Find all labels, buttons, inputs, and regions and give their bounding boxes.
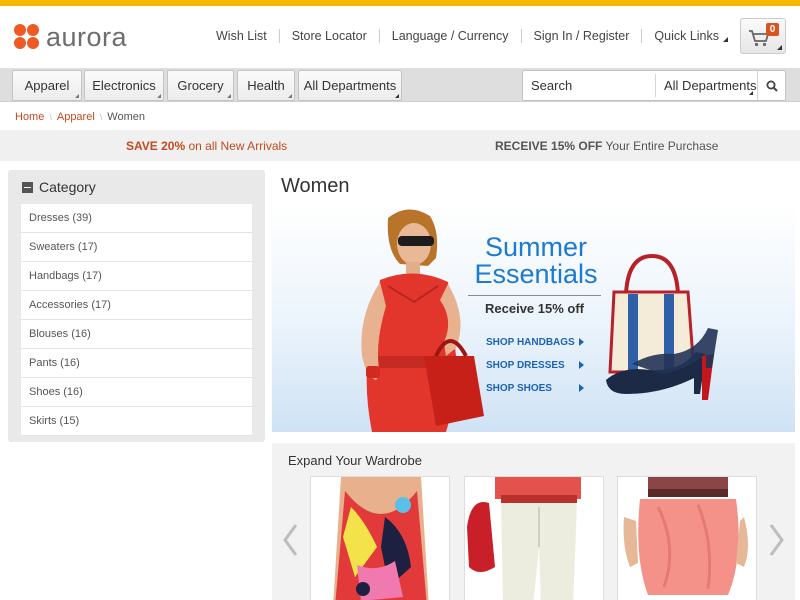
tab-grocery-label: Grocery [177, 78, 224, 93]
dropdown-corner-icon [777, 45, 782, 50]
shop-handbags-link[interactable]: SHOP HANDBAGS [486, 337, 575, 348]
category-list: Dresses (39) Sweaters (17) Handbags (17)… [21, 204, 252, 436]
logo-text: aurora [46, 22, 128, 52]
aurora-logo[interactable]: aurora [14, 22, 128, 52]
dropdown-corner-icon [227, 94, 231, 98]
sign-in-register-link[interactable]: Sign In / Register [522, 29, 643, 43]
breadcrumb-separator-icon: \ [99, 112, 103, 122]
tab-all-departments-label: All Departments [303, 78, 397, 93]
breadcrumb-home-link[interactable]: Home [15, 111, 44, 123]
breadcrumb: Home \ Apparel \ Women [15, 111, 145, 123]
category-title: Category [39, 179, 96, 195]
category-item-skirts[interactable]: Skirts (15) [21, 407, 252, 436]
search-icon [766, 80, 778, 92]
handbag-and-shoes-image [606, 254, 718, 400]
dropdown-corner-icon [723, 37, 728, 42]
tab-apparel-label: Apparel [24, 78, 70, 93]
promo-left-text: on all New Arrivals [188, 139, 288, 153]
breadcrumb-apparel-link[interactable]: Apparel [57, 111, 95, 123]
category-sidebar: Category Dresses (39) Sweaters (17) Hand… [8, 170, 265, 442]
tab-electronics[interactable]: Electronics [84, 70, 164, 101]
shop-dresses-link[interactable]: SHOP DRESSES [486, 360, 565, 371]
tab-apparel[interactable]: Apparel [12, 70, 82, 101]
search-bar: All Departments [522, 70, 786, 101]
dropdown-corner-icon [157, 94, 161, 98]
promo-right-text: Your Entire Purchase [605, 139, 719, 153]
department-nav: Apparel Electronics Grocery Health All D… [0, 68, 800, 102]
category-item-shoes[interactable]: Shoes (16) [21, 378, 252, 407]
dropdown-corner-icon [749, 91, 753, 95]
product-card-printed-dress[interactable] [310, 476, 450, 600]
top-accent-bar [0, 0, 800, 6]
tab-health-label: Health [247, 78, 285, 93]
printed-dress-image [333, 477, 429, 600]
category-item-handbags[interactable]: Handbags (17) [21, 262, 252, 291]
category-item-accessories[interactable]: Accessories (17) [21, 291, 252, 320]
product-card-white-pants[interactable] [464, 476, 604, 600]
page-title: Women [281, 175, 350, 197]
aurora-logo-mark-icon [14, 24, 40, 50]
breadcrumb-separator-icon: \ [49, 112, 52, 122]
arrow-right-icon[interactable] [579, 338, 584, 346]
tab-health[interactable]: Health [237, 70, 295, 101]
cart-button[interactable]: 0 [740, 18, 786, 54]
white-pants-image [467, 477, 581, 600]
promo-left-highlight: SAVE 20% [126, 139, 186, 153]
cart-count-badge: 0 [766, 23, 779, 36]
banner-title-line-1: Summer [484, 232, 587, 262]
promo-right-highlight: RECEIVE 15% OFF [495, 139, 603, 153]
search-department-value: All Departments [664, 78, 757, 93]
category-item-sweaters[interactable]: Sweaters (17) [21, 233, 252, 262]
product-card-coral-skirt[interactable] [617, 476, 757, 600]
dropdown-corner-icon [288, 94, 292, 98]
category-item-blouses[interactable]: Blouses (16) [21, 320, 252, 349]
wish-list-link[interactable]: Wish List [204, 29, 280, 43]
quick-links-menu[interactable]: Quick Links [642, 29, 728, 43]
chevron-left-icon[interactable] [282, 523, 298, 557]
arrow-right-icon[interactable] [579, 361, 584, 369]
category-item-pants[interactable]: Pants (16) [21, 349, 252, 378]
category-item-dresses[interactable]: Dresses (39) [21, 204, 252, 233]
language-currency-link[interactable]: Language / Currency [380, 29, 522, 43]
store-locator-link[interactable]: Store Locator [280, 29, 380, 43]
coral-skirt-image [623, 477, 748, 595]
utility-nav: Wish List Store Locator Language / Curre… [204, 29, 728, 43]
tab-electronics-label: Electronics [92, 78, 156, 93]
wardrobe-title: Expand Your Wardrobe [288, 453, 422, 468]
collapse-icon[interactable] [22, 181, 33, 193]
search-button[interactable] [757, 71, 785, 100]
search-input[interactable] [523, 71, 655, 100]
category-header[interactable]: Category [22, 179, 96, 195]
banner-subtitle: Receive 15% off [485, 301, 584, 316]
banner-title-line-2: Essentials [474, 259, 598, 289]
banner-title: Summer Essentials [466, 234, 606, 288]
tab-all-departments[interactable]: All Departments [298, 70, 402, 101]
tab-grocery[interactable]: Grocery [167, 70, 234, 101]
chevron-right-icon[interactable] [769, 523, 785, 557]
dropdown-corner-icon [395, 94, 399, 98]
purchase-promo[interactable]: RECEIVE 15% OFF Your Entire Purchase [495, 139, 718, 153]
summer-essentials-banner[interactable]: Summer Essentials Receive 15% off SHOP H… [272, 204, 795, 432]
expand-your-wardrobe-section: Expand Your Wardrobe [272, 443, 795, 600]
breadcrumb-current: Women [107, 111, 145, 123]
banner-divider [468, 295, 601, 296]
search-department-select[interactable]: All Departments [655, 74, 757, 97]
dropdown-corner-icon [75, 94, 79, 98]
arrow-right-icon[interactable] [579, 384, 584, 392]
new-arrivals-promo[interactable]: SAVE 20% on all New Arrivals [126, 139, 287, 153]
shop-shoes-link[interactable]: SHOP SHOES [486, 383, 552, 394]
quick-links-label: Quick Links [654, 29, 719, 43]
promo-bar: SAVE 20% on all New Arrivals RECEIVE 15%… [0, 130, 800, 161]
